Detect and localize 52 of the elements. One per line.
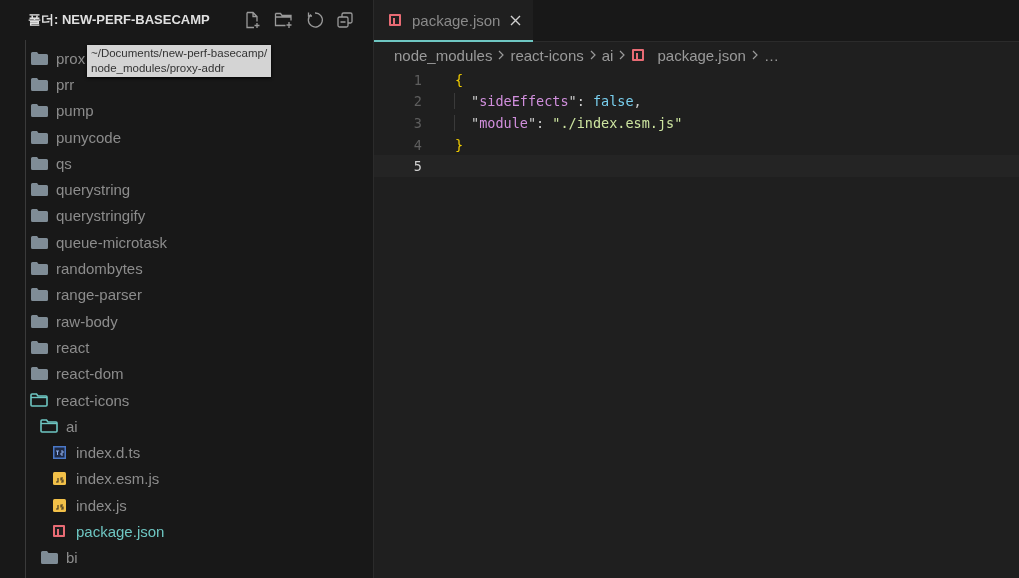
folder-item[interactable]: punycode <box>56 128 122 146</box>
line-number: 5 <box>412 158 423 175</box>
folder-item[interactable]: ai <box>66 417 78 435</box>
json-file-icon <box>52 524 66 539</box>
breadcrumb[interactable]: package.json <box>657 46 746 64</box>
file-item[interactable]: index.esm.js <box>76 470 160 488</box>
typescript-file-icon <box>52 446 66 460</box>
refresh-icon[interactable] <box>306 11 324 29</box>
folder-item[interactable]: qs <box>56 154 72 172</box>
breadcrumb[interactable]: react-icons <box>510 46 584 64</box>
file-item[interactable]: index.d.ts <box>76 444 141 462</box>
folder-item[interactable]: raw-body <box>56 312 118 330</box>
line-number: 2 <box>412 93 423 110</box>
close-icon[interactable] <box>510 14 522 26</box>
folder-item[interactable]: querystringify <box>56 207 146 225</box>
folder-item[interactable]: pump <box>56 102 94 120</box>
breadcrumb[interactable]: ai <box>601 46 614 64</box>
folder-item[interactable]: queue-microtask <box>56 233 167 251</box>
file-item[interactable]: package.json <box>76 523 165 540</box>
folder-item[interactable]: react-icons <box>56 391 130 409</box>
new-file-icon[interactable] <box>244 11 262 29</box>
new-folder-icon[interactable] <box>274 11 294 29</box>
code-line: "sideEffects": false, <box>454 93 642 110</box>
code-line: { <box>454 71 464 88</box>
line-number: 3 <box>412 115 423 131</box>
breadcrumb[interactable]: … <box>763 46 779 64</box>
chevron-right-icon <box>589 50 596 60</box>
code-line: } <box>454 136 464 153</box>
path-tooltip: ~/Documents/new-perf-basecamp/ node_modules/proxy-addr <box>87 45 272 77</box>
folder-item[interactable]: querystring <box>56 181 131 199</box>
file-item[interactable]: index.js <box>76 496 127 514</box>
chevron-right-icon <box>498 50 505 60</box>
collapse-all-icon[interactable] <box>336 11 354 29</box>
chevron-right-icon <box>751 50 758 60</box>
code-line: "module": "./index.esm.js" <box>454 115 683 131</box>
breadcrumb[interactable]: node_modules <box>394 46 493 64</box>
chevron-right-icon <box>619 50 626 60</box>
folder-item[interactable]: bi <box>66 549 78 567</box>
javascript-file-icon <box>52 498 66 512</box>
explorer-title: 폴더: NEW-PERF-BASECAMP <box>28 11 211 29</box>
folder-item[interactable]: prox <box>56 49 86 67</box>
line-number: 1 <box>412 71 423 88</box>
editor-tab[interactable]: package.json <box>374 0 534 42</box>
folder-item[interactable]: react-dom <box>56 365 124 383</box>
json-file-icon <box>388 13 402 27</box>
folder-item[interactable]: randombytes <box>56 260 143 277</box>
line-number: 4 <box>412 136 423 153</box>
folder-item[interactable]: react <box>56 338 90 356</box>
folder-item[interactable]: range-parser <box>56 286 142 304</box>
json-file-icon <box>631 48 646 62</box>
folder-item[interactable]: prr <box>56 75 75 93</box>
javascript-file-icon <box>52 472 66 486</box>
